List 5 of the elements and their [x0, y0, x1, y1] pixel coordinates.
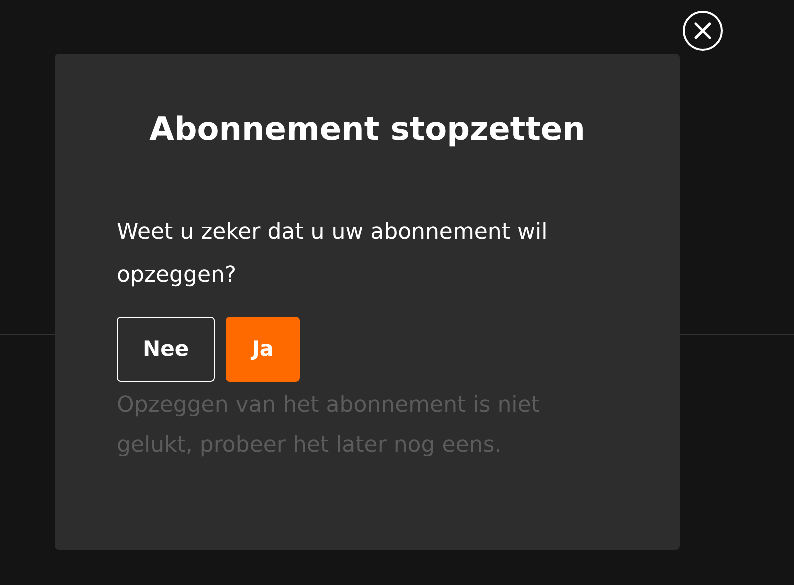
dialog-title: Abonnement stopzetten: [148, 109, 586, 149]
dialog-message: Weet u zeker dat u uw abonnement wil opzeggen?: [117, 219, 549, 290]
close-button[interactable]: [683, 11, 723, 51]
close-icon: [694, 22, 712, 40]
cancel-button[interactable]: Nee: [117, 317, 216, 382]
